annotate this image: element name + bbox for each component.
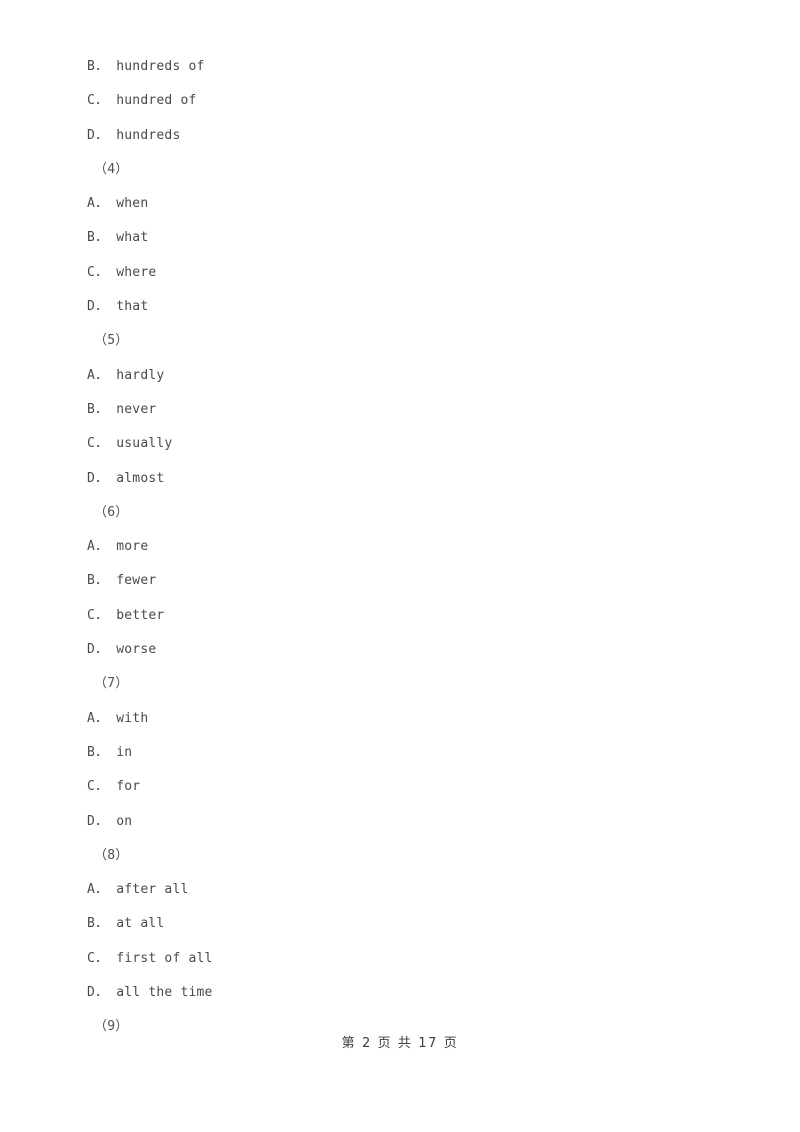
question-number: （4） (94, 161, 129, 177)
answer-option: A． when (87, 196, 149, 212)
question-number: （6） (94, 504, 129, 520)
answer-option: C． hundred of (87, 93, 197, 109)
answer-option: B． in (87, 744, 133, 760)
answer-option: A． with (87, 710, 149, 726)
question-options-list: B． hundreds of C． hundred of D． hundreds （4… (87, 50, 707, 1045)
answer-option: D． on (87, 813, 133, 829)
answer-option: D． all the time (87, 985, 213, 1001)
question-number: （8） (94, 847, 129, 863)
answer-option: B． at all (87, 916, 165, 932)
answer-option: C． where (87, 264, 157, 280)
answer-option: C． better (87, 607, 165, 623)
answer-option: B． hundreds of (87, 59, 205, 74)
answer-option: C． first of all (87, 950, 213, 966)
page-footer: 第 2 页 共 17 页 (0, 1032, 800, 1051)
answer-option: D． hundreds (87, 127, 181, 143)
answer-option: A． more (87, 539, 149, 555)
answer-option: B． never (87, 401, 157, 417)
answer-option: A． after all (87, 882, 189, 898)
document-page: B． hundreds of C． hundred of D． hundreds （4… (0, 0, 800, 1132)
answer-option: D． almost (87, 470, 165, 486)
page-number-label: 第 2 页 共 17 页 (341, 1036, 459, 1051)
answer-option: A． hardly (87, 367, 165, 383)
answer-option: C． usually (87, 436, 173, 452)
question-number: （7） (94, 676, 129, 692)
answer-option: B． fewer (87, 573, 157, 589)
answer-option: D． worse (87, 642, 157, 658)
answer-option: B． what (87, 230, 149, 246)
question-number: （5） (94, 333, 129, 349)
answer-option: C． for (87, 779, 141, 795)
answer-option: D． that (87, 299, 149, 315)
